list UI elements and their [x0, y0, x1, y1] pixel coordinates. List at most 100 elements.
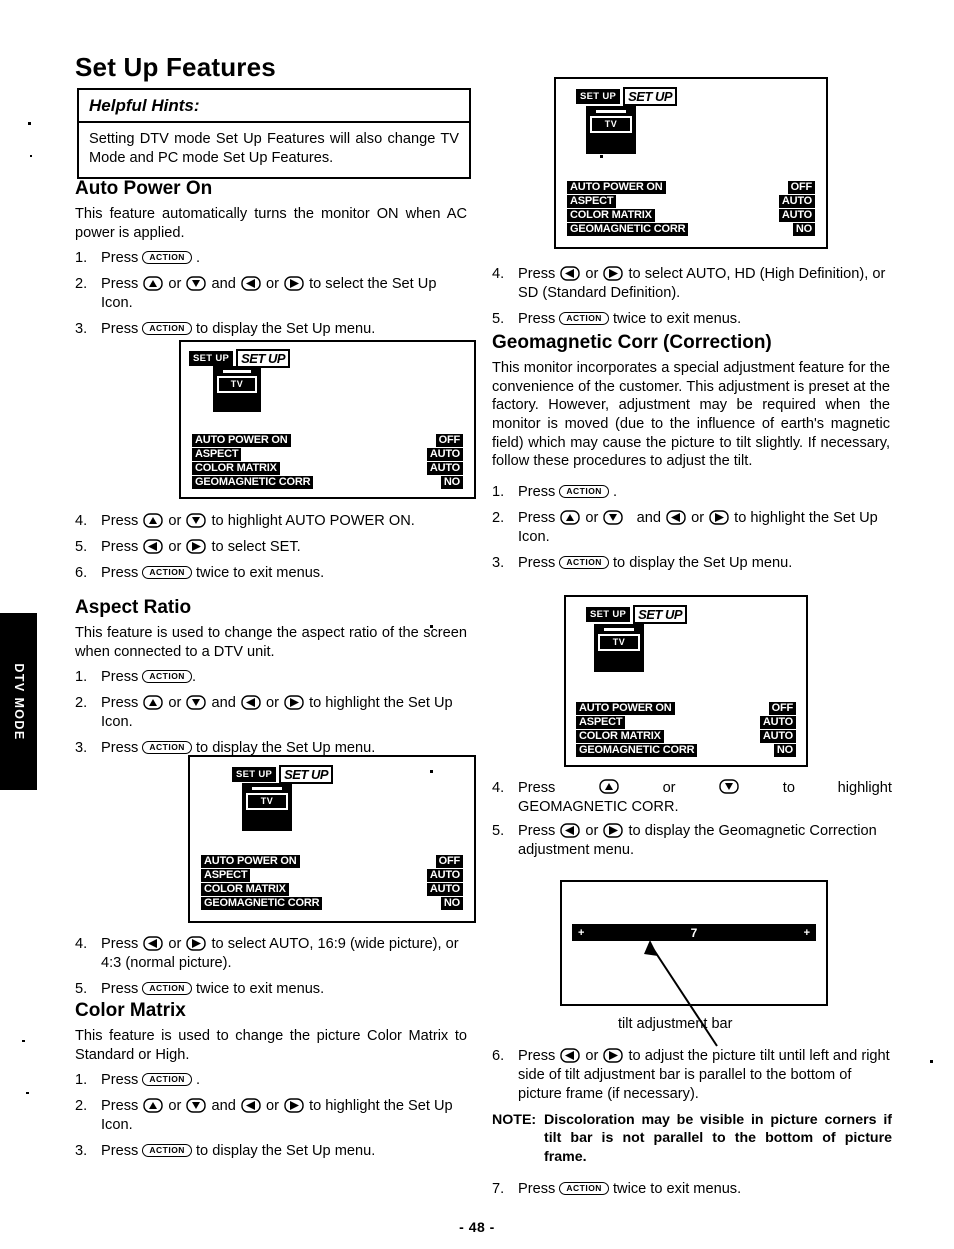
osd-row[interactable]: GEOMAGNETIC CORR NO — [576, 744, 796, 757]
osd-row-value: AUTO — [426, 869, 463, 882]
osd-row[interactable]: COLOR MATRIX AUTO — [192, 462, 463, 475]
action-key-icon[interactable]: ACTION — [142, 1073, 192, 1087]
osd-row[interactable]: COLOR MATRIX AUTO — [576, 730, 796, 743]
osd-row-label: GEOMAGNETIC CORR — [192, 476, 314, 489]
step: 1. Press ACTION. — [75, 668, 470, 687]
osd-row[interactable]: ASPECT AUTO — [192, 448, 463, 461]
action-key-icon[interactable]: ACTION — [142, 741, 192, 755]
step-number: 2. — [75, 695, 88, 712]
osd-row[interactable]: AUTO POWER ON OFF — [192, 434, 463, 447]
down-arrow-key-icon[interactable] — [719, 779, 739, 794]
tilt-plus-icon[interactable]: + — [804, 927, 810, 939]
osd-tv-icon: TV — [586, 106, 636, 154]
right-arrow-key-icon[interactable] — [603, 1048, 624, 1063]
osd-setup-title: SET UP — [279, 765, 334, 784]
down-arrow-key-icon[interactable] — [186, 1098, 207, 1114]
osd-row[interactable]: COLOR MATRIX AUTO — [567, 209, 815, 222]
osd-row-label: GEOMAGNETIC CORR — [567, 223, 689, 236]
osd-row[interactable]: AUTO POWER ON OFF — [567, 181, 815, 194]
down-arrow-key-icon[interactable] — [186, 695, 207, 711]
step: 7. Press ACTION twice to exit menus. — [492, 1180, 892, 1199]
action-key-icon[interactable]: ACTION — [559, 1182, 609, 1196]
step-text: Press ACTION twice to exit menus. — [101, 564, 325, 581]
osd-row-value: NO — [792, 223, 815, 236]
step-text: Press or to highlight AUTO POWER ON. — [101, 513, 415, 529]
osd-row[interactable]: ASPECT AUTO — [201, 869, 463, 882]
osd-row-label: COLOR MATRIX — [192, 462, 280, 475]
page-title: Set Up Features — [75, 52, 276, 82]
right-arrow-key-icon[interactable] — [284, 1098, 304, 1114]
geomagnetic-steps-end: 6. Press or to adjust the picture tilt u… — [492, 1040, 892, 1199]
action-key-icon[interactable]: ACTION — [559, 555, 609, 569]
osd-row[interactable]: AUTO POWER ON OFF — [576, 702, 796, 715]
step-number: 2. — [492, 510, 505, 526]
up-arrow-key-icon[interactable] — [143, 695, 164, 711]
up-arrow-key-icon[interactable] — [599, 779, 619, 794]
action-key-icon[interactable]: ACTION — [142, 251, 192, 265]
scan-artifact — [430, 770, 433, 773]
osd-row[interactable]: ASPECT AUTO — [576, 716, 796, 729]
left-arrow-key-icon[interactable] — [143, 539, 164, 554]
down-arrow-key-icon[interactable] — [186, 276, 207, 292]
osd-row[interactable]: ASPECT AUTO — [567, 195, 815, 208]
osd-row-label: COLOR MATRIX — [576, 730, 664, 743]
section-geomagnetic-corr: Geomagnetic Corr (Correction) This monit… — [492, 332, 892, 573]
right-arrow-key-icon[interactable] — [709, 510, 729, 525]
step-text: Press or and or to select the Set Up Ico… — [101, 276, 437, 312]
right-arrow-key-icon[interactable] — [284, 695, 304, 711]
left-arrow-key-icon[interactable] — [560, 823, 581, 838]
section-heading: Auto Power On — [75, 178, 213, 199]
left-arrow-key-icon[interactable] — [241, 695, 261, 711]
tilt-bar-caption: tilt adjustment bar — [618, 1016, 733, 1032]
osd-row[interactable]: AUTO POWER ON OFF — [201, 855, 463, 868]
up-arrow-key-icon[interactable] — [143, 513, 164, 528]
action-key-icon[interactable]: ACTION — [142, 322, 192, 336]
left-arrow-key-icon[interactable] — [241, 1098, 261, 1114]
up-arrow-key-icon[interactable] — [560, 510, 581, 525]
step-text: Press or and or to highlight the Set Up … — [101, 695, 453, 731]
step-text: Press ACTION . — [101, 250, 201, 267]
up-arrow-key-icon[interactable] — [143, 276, 164, 292]
action-key-icon[interactable]: ACTION — [142, 981, 192, 995]
osd-row-value: NO — [440, 476, 463, 489]
section-intro: This monitor incorporates a special adju… — [492, 360, 890, 470]
step-number: 1. — [75, 669, 88, 686]
action-key-icon[interactable]: ACTION — [142, 1144, 192, 1158]
right-arrow-key-icon[interactable] — [284, 276, 304, 292]
right-arrow-key-icon[interactable] — [186, 539, 207, 554]
action-key-icon[interactable]: ACTION — [559, 485, 609, 499]
right-arrow-key-icon[interactable] — [603, 266, 624, 281]
osd-row-value: AUTO — [778, 209, 815, 222]
osd-setup-label: SET UP — [189, 351, 234, 366]
auto-power-on-steps-cont: 4. Press or to highlight AUTO POWER ON. … — [75, 505, 470, 583]
note-block: NOTE: Discoloration may be visible in pi… — [492, 1111, 892, 1166]
scan-artifact — [600, 155, 603, 158]
section-aspect-ratio: Aspect Ratio This feature is used to cha… — [75, 597, 470, 758]
left-arrow-key-icon[interactable] — [560, 266, 581, 281]
action-key-icon[interactable]: ACTION — [142, 670, 192, 684]
left-arrow-key-icon[interactable] — [666, 510, 686, 525]
color-matrix-steps-cont: 4. Press or to select AUTO, HD (High Def… — [492, 258, 892, 329]
osd-row[interactable]: GEOMAGNETIC CORR NO — [201, 897, 463, 910]
left-arrow-key-icon[interactable] — [143, 936, 164, 951]
action-key-icon[interactable]: ACTION — [559, 311, 609, 325]
action-key-icon[interactable]: ACTION — [142, 565, 192, 579]
note-label: NOTE: — [492, 1111, 537, 1128]
right-arrow-key-icon[interactable] — [603, 823, 624, 838]
down-arrow-key-icon[interactable] — [603, 510, 624, 525]
right-arrow-key-icon[interactable] — [186, 936, 207, 951]
left-arrow-key-icon[interactable] — [241, 276, 261, 292]
left-arrow-key-icon[interactable] — [560, 1048, 581, 1063]
osd-row[interactable]: GEOMAGNETIC CORR NO — [567, 223, 815, 236]
step: 5. Press or to select SET. — [75, 538, 470, 557]
down-arrow-key-icon[interactable] — [186, 513, 207, 528]
helpful-hints-title: Helpful Hints: — [89, 96, 200, 115]
osd-row[interactable]: GEOMAGNETIC CORR NO — [192, 476, 463, 489]
step-text: Press or to select SET. — [101, 538, 301, 555]
callout-arrow — [644, 940, 718, 1047]
step-number: 5. — [492, 822, 505, 839]
step-number: 6. — [75, 564, 88, 581]
osd-row-value: OFF — [768, 702, 796, 715]
up-arrow-key-icon[interactable] — [143, 1098, 164, 1114]
osd-row[interactable]: COLOR MATRIX AUTO — [201, 883, 463, 896]
